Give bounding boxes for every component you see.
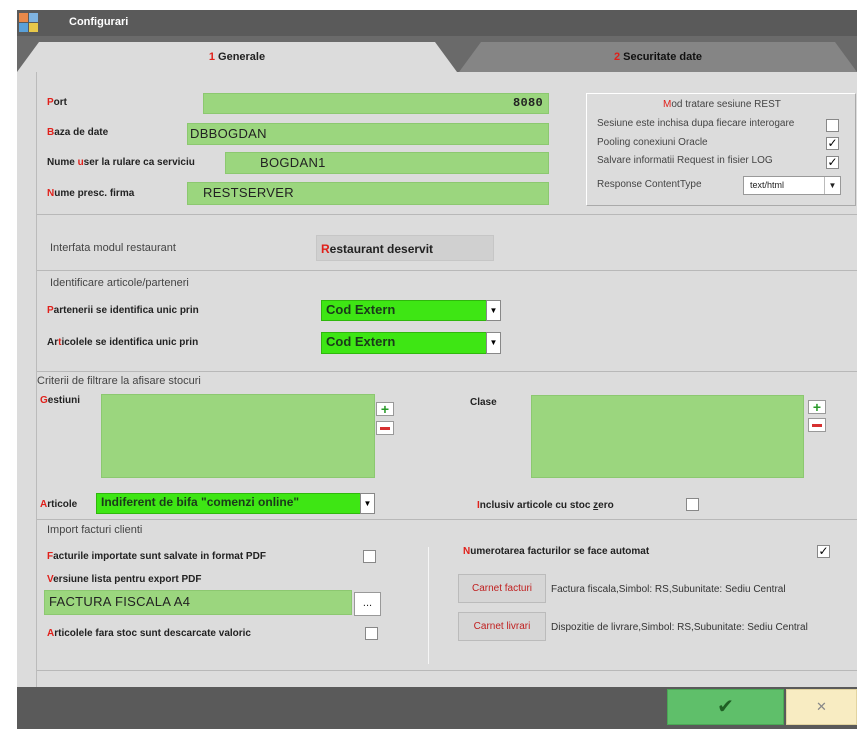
restaurant-button[interactable]: Restaurant deservit: [316, 235, 494, 261]
content-type-label: Response ContentType: [597, 179, 702, 190]
chevron-down-icon: ▼: [486, 300, 501, 321]
window-title: Configurari: [69, 16, 129, 28]
clase-label: Clase: [470, 397, 497, 408]
port-value: 8080: [512, 96, 543, 110]
articles-label: Articolele se identifica unic prin: [47, 337, 199, 348]
firm-input[interactable]: RESTSERVER: [187, 182, 549, 205]
browse-button[interactable]: ...: [354, 592, 381, 616]
add-gestiune-button[interactable]: +: [376, 402, 394, 416]
tab-securitate-date[interactable]: 2 Securitate date: [459, 42, 857, 72]
restaurant-button-label: Restaurant deservit: [321, 242, 434, 256]
partners-value: Cod Extern: [326, 302, 396, 317]
firm-value: RESTSERVER: [203, 185, 294, 200]
content-type-select[interactable]: text/html ▼: [743, 176, 841, 195]
divider: [37, 270, 857, 271]
tab-label: Generale: [218, 51, 266, 63]
partners-label: Partenerii se identifica unic prin: [47, 305, 199, 316]
import-title: Import facturi clienti: [47, 524, 143, 536]
tab-number: 2: [614, 51, 621, 63]
close-icon: ✕: [816, 699, 827, 714]
title-bar: Configurari: [17, 10, 857, 36]
content-type-value: text/html: [750, 180, 785, 190]
port-label: Port: [47, 97, 68, 108]
firm-label: Nume presc. firma: [47, 188, 135, 199]
user-label: Nume user la rulare ca serviciu: [47, 157, 195, 168]
pdf-checkbox[interactable]: [363, 550, 376, 563]
divider: [37, 371, 857, 372]
log-checkbox[interactable]: ✓: [826, 156, 839, 169]
restaurant-label: Interfata modul restaurant: [50, 242, 176, 254]
carnet-facturi-button[interactable]: Carnet facturi: [458, 574, 546, 603]
version-value: FACTURA FISCALA A4: [49, 594, 191, 609]
pdf-label: Facturile importate sunt salvate in form…: [47, 551, 266, 562]
rest-session-title: Mod tratare sesiune REST: [663, 99, 781, 110]
divider: [37, 214, 857, 215]
checkmark-icon: ✔: [717, 696, 734, 718]
tab-number: 1: [208, 51, 216, 63]
gestiuni-label: Gestiuni: [40, 395, 81, 406]
db-label: Baza de date: [47, 127, 109, 138]
filter-title: Criterii de filtrare la afisare stocuri: [37, 375, 201, 387]
port-input[interactable]: 8080: [203, 93, 549, 114]
db-value: DBBOGDAN: [190, 126, 267, 141]
articole-filter-value: Indiferent de bifa "comenzi online": [101, 495, 300, 509]
nostock-checkbox[interactable]: [365, 627, 378, 640]
remove-clasa-button[interactable]: [808, 418, 826, 432]
left-gutter: [17, 72, 37, 687]
user-input[interactable]: BOGDAN1: [225, 152, 549, 174]
tab-bar: 1 Generale 2 Securitate date: [17, 36, 857, 72]
add-clasa-button[interactable]: +: [808, 400, 826, 414]
version-input[interactable]: FACTURA FISCALA A4: [44, 590, 352, 615]
cancel-button[interactable]: ✕: [786, 689, 857, 725]
user-value: BOGDAN1: [260, 155, 326, 170]
clase-list[interactable]: [531, 395, 804, 478]
auto-numbering-checkbox[interactable]: ✓: [817, 545, 830, 558]
gestiuni-list[interactable]: [101, 394, 375, 478]
vertical-divider: [428, 547, 429, 664]
db-input[interactable]: DBBOGDAN: [187, 123, 549, 145]
nostock-label: Articolele fara stoc sunt descarcate val…: [47, 628, 251, 639]
remove-gestiune-button[interactable]: [376, 421, 394, 435]
version-label: Versiune lista pentru export PDF: [47, 574, 202, 585]
zero-stock-label: Inclusiv articole cu stoc zero: [477, 500, 614, 511]
articole-filter-label: Articole: [40, 499, 78, 510]
app-icon: [19, 13, 39, 33]
articles-value: Cod Extern: [326, 334, 396, 349]
carnet-facturi-text: Factura fiscala,Simbol: RS,Subunitate: S…: [551, 584, 786, 595]
carnet-livrari-text: Dispozitie de livrare,Simbol: RS,Subunit…: [551, 622, 808, 633]
partners-select[interactable]: Cod Extern ▼: [321, 300, 501, 321]
divider: [37, 670, 857, 671]
pooling-checkbox[interactable]: ✓: [826, 137, 839, 150]
divider: [37, 519, 857, 520]
articles-select[interactable]: Cod Extern ▼: [321, 332, 501, 354]
session-closed-checkbox[interactable]: [826, 119, 839, 132]
ok-button[interactable]: ✔: [667, 689, 784, 725]
articole-filter-select[interactable]: Indiferent de bifa "comenzi online" ▼: [96, 493, 375, 514]
chevron-down-icon: ▼: [486, 332, 501, 354]
session-closed-label: Sesiune este inchisa dupa fiecare intero…: [597, 118, 795, 129]
tab-generale[interactable]: 1 Generale: [17, 42, 457, 72]
auto-numbering-label: Numerotarea facturilor se face automat: [463, 546, 650, 557]
chevron-down-icon: ▼: [360, 493, 375, 514]
identify-title: Identificare articole/parteneri: [50, 277, 189, 289]
pooling-label: Pooling conexiuni Oracle: [597, 137, 708, 148]
tab-label: Securitate date: [623, 51, 702, 63]
chevron-down-icon: ▼: [824, 177, 840, 194]
log-label: Salvare informatii Request in fisier LOG: [597, 155, 773, 166]
carnet-livrari-button[interactable]: Carnet livrari: [458, 612, 546, 641]
zero-stock-checkbox[interactable]: [686, 498, 699, 511]
